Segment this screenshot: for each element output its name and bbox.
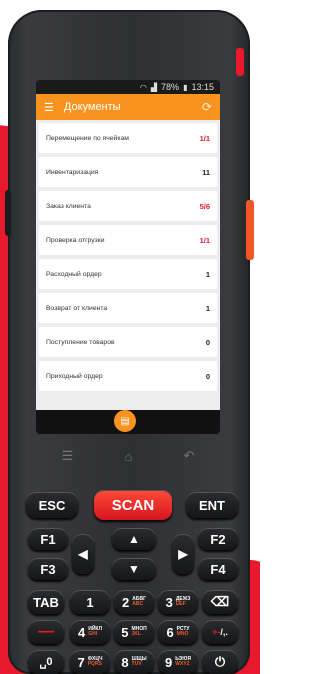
key-6-sub: MNO <box>176 631 189 637</box>
document-label: Поступление товаров <box>46 338 115 346</box>
key-4[interactable]: 4 ИЙКЛ GHI <box>70 620 110 644</box>
scan-key[interactable]: SCAN <box>94 490 172 520</box>
document-label: Проверка отгрузки <box>46 236 105 244</box>
f1-key[interactable]: F1 <box>28 528 68 550</box>
key-1-digit: 1 <box>86 594 94 610</box>
document-label: Инвентаризация <box>46 168 99 176</box>
key-7[interactable]: 7 ФХЦЧ PQRS <box>70 650 110 674</box>
document-label: Приходный ордер <box>46 372 103 380</box>
page-title: Документы <box>63 101 121 113</box>
key-1[interactable]: 1 <box>70 590 110 614</box>
key-6[interactable]: 6 РСТУ MNO <box>158 620 198 644</box>
key-9-digit: 9 <box>165 654 173 670</box>
key-2-digit: 2 <box>122 594 130 610</box>
document-row[interactable]: Заказ клиента 5/6 <box>39 191 217 221</box>
document-row[interactable]: Проверка отгрузки 1/1 <box>39 225 217 255</box>
barcode-icon[interactable]: ▤ <box>114 410 136 432</box>
document-row[interactable]: Поступление товаров 0 <box>39 327 217 357</box>
backspace-key[interactable]: ⌫ <box>202 590 238 614</box>
recents-icon[interactable]: ☰ <box>62 448 74 464</box>
key-5-digit: 5 <box>121 624 129 640</box>
document-count: 1 <box>205 269 210 279</box>
esc-key[interactable]: ESC <box>26 492 78 518</box>
key-7-digit: 7 <box>77 654 85 670</box>
document-count: 1 <box>205 303 210 313</box>
document-row[interactable]: Приходный ордер 0 <box>39 361 217 391</box>
key-2[interactable]: 2 АБВГ ABC <box>114 590 154 614</box>
document-row[interactable]: Возврат от клиента 1 <box>39 293 217 323</box>
f2-key[interactable]: F2 <box>198 528 238 550</box>
ent-key[interactable]: ENT <box>186 492 238 518</box>
signal-icon: ▟ <box>150 82 158 92</box>
key-5-sub: JKL <box>131 631 141 637</box>
arrow-up-icon[interactable]: ▲ <box>112 528 156 550</box>
handheld-device: ◠ ▟ 78% ▮ 13:15 ☰ Документы ⟳ Перемещени… <box>5 10 254 674</box>
arrow-down-icon[interactable]: ▼ <box>112 558 156 580</box>
key-7-sub: PQRS <box>87 661 102 667</box>
plusminus-label: +- <box>212 627 221 637</box>
home-icon[interactable]: ⌂ <box>124 449 132 464</box>
clock: 13:15 <box>191 82 214 92</box>
document-row[interactable]: Расходный ордер 1 <box>39 259 217 289</box>
arrow-left-icon[interactable]: ◀ <box>72 534 94 574</box>
document-count: 11 <box>202 167 210 177</box>
plusminus-slash-key[interactable]: +-/,. <box>202 620 238 644</box>
document-label: Перемещение по ячейкам <box>46 134 129 142</box>
key-0-digit: 0 <box>46 656 53 668</box>
document-row[interactable]: Перемещение по ячейкам 1/1 <box>39 123 217 153</box>
document-label: Расходный ордер <box>46 270 102 278</box>
battery-percent: 78% <box>161 82 180 92</box>
wifi-icon: ◠ <box>139 82 147 92</box>
slash-label: /,. <box>220 627 228 637</box>
document-list: Перемещение по ячейкам 1/1 Инвентаризация… <box>36 120 220 410</box>
document-count: 0 <box>205 371 210 381</box>
document-row[interactable]: Инвентаризация 11 <box>39 157 217 187</box>
battery-icon: ▮ <box>183 82 188 92</box>
android-nav-bar: ☰ ⌂ ↶ <box>36 436 220 476</box>
key-3[interactable]: 3 ДЕЖЗ DEF <box>158 590 198 614</box>
side-scan-key[interactable] <box>246 200 254 260</box>
app-bar: ☰ Документы ⟳ <box>36 94 220 120</box>
power-key[interactable]: ⏻ <box>202 650 238 674</box>
document-label: Возврат от клиента <box>46 304 108 312</box>
side-volume-key[interactable] <box>5 190 11 236</box>
key-4-sub: GHI <box>88 631 98 637</box>
document-count: 1/1 <box>199 235 210 245</box>
key-9[interactable]: 9 ЬЭЮЯ WXYZ <box>158 650 198 674</box>
device-screen: ◠ ▟ 78% ▮ 13:15 ☰ Документы ⟳ Перемещени… <box>36 80 220 434</box>
key-6-digit: 6 <box>166 624 174 640</box>
menu-icon[interactable]: ☰ <box>44 101 54 114</box>
photo-stage: ◠ ▟ 78% ▮ 13:15 ☰ Документы ⟳ Перемещени… <box>0 0 260 674</box>
key-8-sub: TUV <box>131 661 142 667</box>
arrow-right-icon[interactable]: ▶ <box>172 534 194 574</box>
key-9-sub: WXYZ <box>175 661 190 667</box>
f4-key[interactable]: F4 <box>198 558 238 580</box>
f3-key[interactable]: F3 <box>28 558 68 580</box>
document-count: 5/6 <box>199 201 210 211</box>
key-2-sub: ABC <box>132 601 144 607</box>
space-zero-key[interactable]: ␣ 0 <box>28 650 64 674</box>
document-label: Заказ клиента <box>46 202 91 210</box>
key-5[interactable]: 5 МНОП JKL <box>114 620 154 644</box>
space-label: ␣ <box>39 656 47 669</box>
tab-key[interactable]: TAB <box>28 590 64 614</box>
document-count: 1/1 <box>199 133 210 143</box>
key-3-sub: DEF <box>175 601 186 607</box>
key-8-digit: 8 <box>121 654 129 670</box>
sync-icon[interactable]: ⟳ <box>202 100 212 114</box>
back-icon[interactable]: ↶ <box>183 448 194 464</box>
minus-key[interactable]: — <box>28 620 64 644</box>
key-3-digit: 3 <box>165 594 173 610</box>
status-bar: ◠ ▟ 78% ▮ 13:15 <box>36 80 220 94</box>
document-count: 0 <box>205 337 210 347</box>
key-8[interactable]: 8 ШЩЫ TUV <box>114 650 154 674</box>
side-accent <box>236 48 244 76</box>
key-4-digit: 4 <box>78 624 86 640</box>
